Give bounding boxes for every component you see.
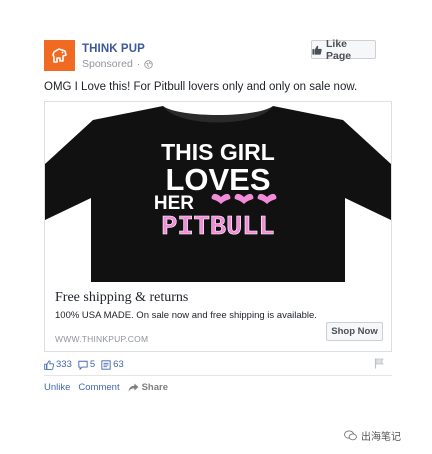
comment-link[interactable]: Comment bbox=[78, 382, 119, 393]
ad-headline[interactable]: Free shipping & returns bbox=[55, 290, 188, 306]
shirt-line-4: PITBULL bbox=[161, 213, 274, 243]
ad-card[interactable]: THIS GIRL LOVES HER PITBULL Free shippin… bbox=[44, 101, 392, 352]
shares-stat[interactable]: 63 bbox=[101, 359, 124, 370]
sponsored-post: THINK PUP Sponsored · Like Page OMG I Lo… bbox=[0, 0, 432, 454]
likes-count: 333 bbox=[56, 359, 72, 370]
page-logo[interactable] bbox=[44, 40, 75, 71]
ad-url[interactable]: WWW.THINKPUP.COM bbox=[55, 334, 148, 344]
separator-dot: · bbox=[136, 58, 141, 70]
shirt-line-2: LOVES bbox=[165, 162, 270, 197]
post-text: OMG I Love this! For Pitbull lovers only… bbox=[44, 81, 358, 93]
wechat-icon bbox=[344, 430, 357, 441]
globe-icon bbox=[144, 59, 154, 69]
shirt-line-3: HER bbox=[154, 193, 194, 214]
watermark-text: 出海笔记 bbox=[361, 432, 401, 443]
divider bbox=[44, 375, 392, 376]
comment-count-icon bbox=[78, 360, 88, 370]
unlike-link[interactable]: Unlike bbox=[44, 382, 70, 393]
comments-stat[interactable]: 5 bbox=[78, 359, 95, 370]
shop-now-button[interactable]: Shop Now bbox=[326, 322, 383, 341]
report-flag[interactable] bbox=[374, 356, 384, 374]
ad-description: 100% USA MADE. On sale now and free ship… bbox=[55, 310, 317, 321]
tshirt-image: THIS GIRL LOVES HER PITBULL bbox=[45, 106, 391, 282]
like-page-button[interactable]: Like Page bbox=[311, 37, 376, 62]
share-link[interactable]: Share bbox=[128, 382, 168, 393]
watermark: 出海笔记 bbox=[344, 428, 401, 443]
post-actions: Unlike Comment Share bbox=[44, 382, 168, 393]
ad-image[interactable]: THIS GIRL LOVES HER PITBULL bbox=[45, 102, 391, 282]
share-label: Share bbox=[141, 382, 168, 393]
thumbs-up-icon bbox=[312, 45, 322, 55]
likes-stat[interactable]: 333 bbox=[44, 359, 72, 370]
comments-count: 5 bbox=[89, 359, 96, 370]
sponsored-row: Sponsored · bbox=[82, 58, 154, 70]
like-count-icon bbox=[44, 359, 54, 370]
flag-icon bbox=[374, 358, 384, 369]
sponsored-label[interactable]: Sponsored bbox=[82, 58, 133, 70]
engagement-stats: 333 5 63 bbox=[44, 359, 124, 370]
dog-logo-icon bbox=[51, 47, 67, 63]
like-page-label: Like Page bbox=[326, 37, 352, 62]
shares-count: 63 bbox=[113, 359, 124, 370]
page-name[interactable]: THINK PUP bbox=[82, 43, 145, 55]
share-count-icon bbox=[101, 359, 111, 370]
share-arrow-icon bbox=[128, 383, 139, 392]
